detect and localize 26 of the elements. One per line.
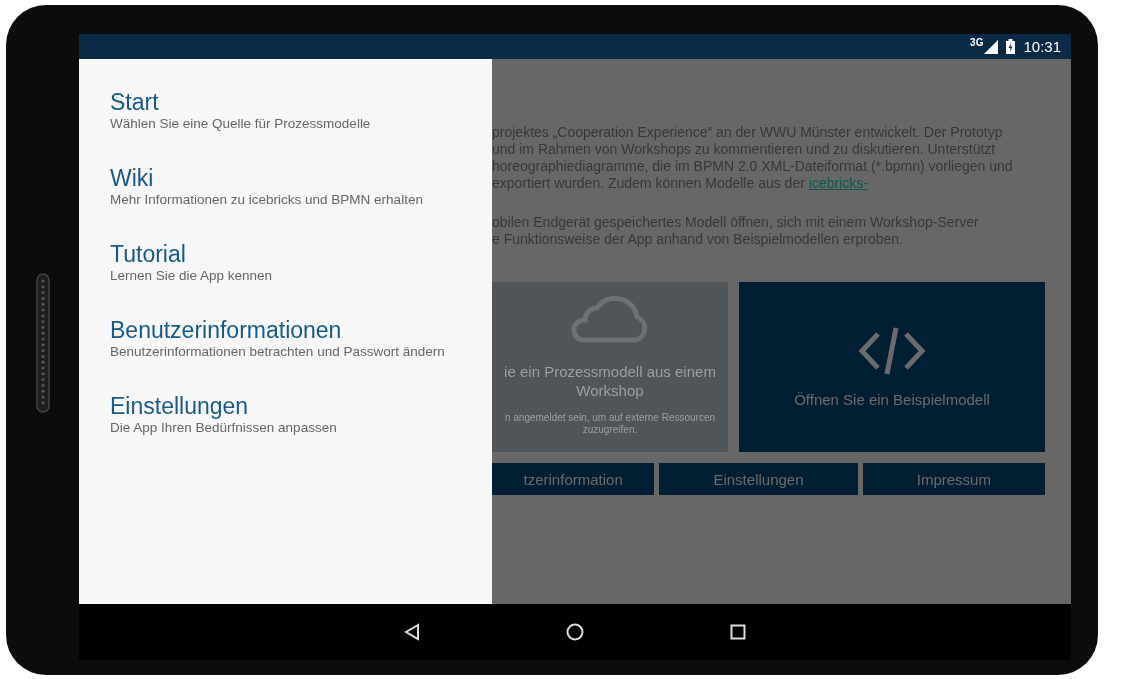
- menu-button[interactable]: tzerinformation: [492, 463, 655, 495]
- source-card[interactable]: Öffnen Sie ein Beispielmodell: [739, 282, 1045, 452]
- clock: 10:31: [1023, 38, 1061, 55]
- drawer-item-subtitle: Lernen Sie die App kennen: [110, 267, 273, 285]
- drawer-item-subtitle: Wählen Sie eine Quelle für Prozessmodelle: [110, 115, 371, 133]
- network-label: 3G: [970, 37, 984, 48]
- drawer-item-subtitle: Die App Ihren Bedürfnissen anpassen: [110, 419, 337, 437]
- drawer-item-title[interactable]: Tutorial: [110, 241, 186, 267]
- menu-button[interactable]: Einstellungen: [659, 463, 858, 495]
- recents-icon[interactable]: [730, 624, 746, 640]
- signal-icon: [984, 39, 999, 54]
- speaker-grille-icon: [35, 273, 50, 413]
- drawer-item-title[interactable]: Einstellungen: [110, 393, 249, 419]
- menu-button[interactable]: Impressum: [862, 463, 1045, 495]
- back-icon[interactable]: [404, 623, 420, 641]
- code-icon: [858, 325, 926, 376]
- drawer-item-title[interactable]: Start: [110, 89, 159, 115]
- drawer-item-subtitle: Mehr Informationen zu icebricks und BPMN erhalten: [110, 191, 423, 209]
- card-note: n angemeldet sein, um auf externe Ressourcen zuzugreifen.: [503, 412, 717, 436]
- home-icon[interactable]: [566, 623, 584, 641]
- card-title: Öffnen Sie ein Beispielmodell: [793, 389, 991, 409]
- drawer-item-title[interactable]: Wiki: [110, 165, 154, 191]
- card-title: ie ein Prozessmodell aus einem Workshop: [503, 362, 717, 400]
- drawer-item-subtitle: Benutzerinformationen betrachten und Passwort ändern: [110, 343, 445, 361]
- battery-icon: [1006, 39, 1016, 54]
- drawer-item-title[interactable]: Benutzerinformationen: [110, 317, 342, 343]
